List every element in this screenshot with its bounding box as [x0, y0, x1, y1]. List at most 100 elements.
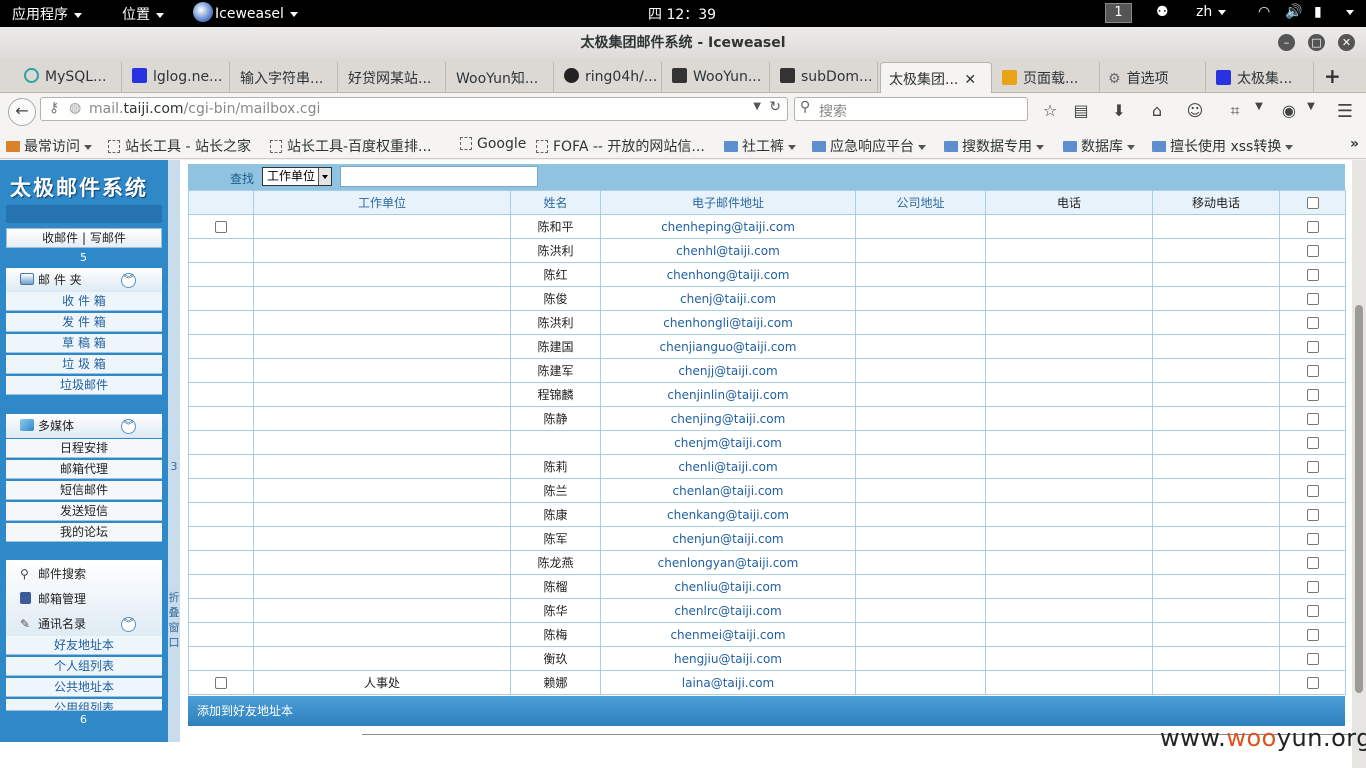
cell-email[interactable]: hengjiu@taiji.com	[600, 646, 856, 671]
header-phone[interactable]: 电话	[985, 190, 1153, 215]
row-checkbox[interactable]	[1306, 413, 1319, 425]
tab-lglog[interactable]: lglog.ne...	[124, 62, 230, 93]
accessibility-icon[interactable]: ⚉	[1156, 4, 1169, 20]
row-checkbox[interactable]	[1306, 557, 1319, 569]
bookmark-baidu-weight[interactable]: 站长工具-百度权重排...	[270, 136, 431, 156]
row-checkbox[interactable]	[1306, 677, 1319, 689]
row-checkbox[interactable]	[1306, 317, 1319, 329]
input-method-menu[interactable]: zh	[1196, 4, 1227, 20]
bookmark-folder-database[interactable]: 数据库	[1063, 136, 1135, 156]
sidebar-item-sent[interactable]: 发 件 箱	[6, 313, 162, 332]
bookmark-star-icon[interactable]: ☆	[1039, 101, 1061, 120]
bookmark-google[interactable]: Google	[460, 136, 526, 152]
tab-subdomain[interactable]: subDom...	[772, 62, 878, 93]
cell-email[interactable]: chenjinlin@taiji.com	[600, 382, 856, 407]
sidebar-item-trash[interactable]: 垃 圾 箱	[6, 355, 162, 374]
bookmark-folder-xss[interactable]: 擅长使用 xss转换	[1152, 136, 1294, 156]
tab-preferences[interactable]: ⚙ 首选项	[1100, 62, 1206, 93]
contacts-header[interactable]: ✎ 通讯名录 ︾	[6, 612, 162, 636]
reload-icon[interactable]: ↻	[769, 99, 781, 115]
sidebar-item-mailbox-manage[interactable]: 邮箱管理	[6, 587, 162, 611]
sidebar-item-public-addresses[interactable]: 公共地址本	[6, 678, 162, 697]
minimize-button[interactable]: –	[1278, 34, 1295, 51]
chevron-down-icon[interactable]: ▼	[1300, 101, 1322, 112]
sidebar-item-mail-search[interactable]: ⚲ 邮件搜索	[6, 562, 162, 586]
row-checkbox[interactable]	[215, 677, 227, 689]
reading-list-icon[interactable]: ▤	[1070, 101, 1092, 120]
cell-email[interactable]: chenli@taiji.com	[600, 454, 856, 479]
sidebar-item-inbox[interactable]: 收 件 箱	[6, 292, 162, 311]
row-checkbox[interactable]	[1306, 365, 1319, 377]
tab-input-string[interactable]: 输入字符串...	[232, 62, 338, 93]
header-unit[interactable]: 工作单位	[253, 190, 511, 215]
folders-header[interactable]: 邮 件 夹 ︾	[6, 268, 162, 292]
row-checkbox[interactable]	[1306, 509, 1319, 521]
workspace-indicator[interactable]: 1	[1105, 3, 1132, 23]
back-button[interactable]: ←	[8, 98, 36, 126]
tab-wooyun-zhi[interactable]: WooYun知...	[448, 62, 554, 93]
tab-taiji-active[interactable]: 太极集团... ✕	[880, 62, 992, 93]
sidebar-item-schedule[interactable]: 日程安排	[6, 439, 162, 458]
row-checkbox[interactable]	[1306, 533, 1319, 545]
header-mobile[interactable]: 移动电话	[1152, 190, 1280, 215]
row-checkbox[interactable]	[1306, 581, 1319, 593]
row-checkbox[interactable]	[1306, 293, 1319, 305]
bookmark-folder-emergency[interactable]: 应急响应平台	[812, 136, 926, 156]
cell-email[interactable]: chenlan@taiji.com	[600, 478, 856, 503]
cell-email[interactable]: chenmei@taiji.com	[600, 622, 856, 647]
collapse-icon[interactable]: ︾	[121, 419, 136, 434]
crop-icon[interactable]: ⌗	[1224, 101, 1246, 121]
applications-menu[interactable]: 应用程序	[12, 4, 82, 24]
page-scrollbar[interactable]	[1352, 160, 1366, 768]
row-checkbox[interactable]	[1306, 341, 1319, 353]
tab-github-ring04h[interactable]: ring04h/...	[556, 62, 662, 93]
volume-icon[interactable]: 🔊	[1285, 4, 1302, 20]
search-input[interactable]: ⚲ 搜索	[794, 97, 1028, 121]
clock[interactable]: 四 12：39	[648, 4, 716, 24]
sidebar-item-friend-addresses[interactable]: 好友地址本	[6, 636, 162, 655]
inbox-compose-link[interactable]: 收邮件 | 写邮件	[6, 228, 162, 248]
tab-wooyun[interactable]: WooYun...	[664, 62, 770, 93]
bookmark-fofa[interactable]: FOFA -- 开放的网站信...	[536, 136, 705, 156]
hackbar-icon[interactable]: ◉	[1278, 101, 1300, 120]
row-checkbox[interactable]	[1306, 389, 1319, 401]
places-menu[interactable]: 位置	[122, 4, 164, 24]
system-menu-caret[interactable]	[1340, 4, 1354, 20]
new-tab-button[interactable]: +	[1324, 64, 1341, 88]
row-checkbox[interactable]	[1306, 437, 1319, 449]
row-checkbox[interactable]	[1306, 245, 1319, 257]
active-app-menu[interactable]: Iceweasel	[193, 2, 298, 22]
select-all-checkbox[interactable]	[1306, 197, 1319, 209]
download-icon[interactable]: ⬇	[1108, 101, 1130, 120]
find-field-select[interactable]: 工作单位	[262, 167, 332, 186]
find-input[interactable]	[340, 166, 538, 187]
cell-email[interactable]: chenhongli@taiji.com	[600, 310, 856, 335]
cell-email[interactable]: chenjm@taiji.com	[600, 430, 856, 455]
close-tab-icon[interactable]: ✕	[964, 72, 976, 88]
maximize-button[interactable]: □	[1308, 34, 1325, 51]
collapse-window-link[interactable]: 折叠窗口	[168, 590, 180, 650]
home-icon[interactable]: ⌂	[1146, 101, 1168, 120]
history-dropdown-icon[interactable]: ▼	[753, 101, 761, 112]
cell-email[interactable]: chenliu@taiji.com	[600, 574, 856, 599]
row-checkbox[interactable]	[215, 221, 227, 233]
tab-haodai[interactable]: 好贷网某站...	[340, 62, 446, 93]
cell-email[interactable]: chenlrc@taiji.com	[600, 598, 856, 623]
sidebar-item-sms-mail[interactable]: 短信邮件	[6, 481, 162, 500]
cell-email[interactable]: laina@taiji.com	[600, 670, 856, 695]
sidebar-item-mail-proxy[interactable]: 邮箱代理	[6, 460, 162, 479]
cell-email[interactable]: chenhong@taiji.com	[600, 262, 856, 287]
more-bookmarks-icon[interactable]: »	[1350, 136, 1359, 152]
sidebar-item-forum[interactable]: 我的论坛	[6, 523, 162, 542]
header-email[interactable]: 电子邮件地址	[600, 190, 856, 215]
cell-email[interactable]: chenjianguo@taiji.com	[600, 334, 856, 359]
wifi-icon[interactable]: ◠	[1258, 4, 1270, 20]
add-to-friends-button[interactable]: 添加到好友地址本	[188, 696, 1345, 726]
url-bar[interactable]: ⚷ ◍ mail.taiji.com/cgi-bin/mailbox.cgi ▼…	[40, 97, 788, 121]
scrollbar-thumb[interactable]	[1355, 305, 1363, 693]
tab-taiji-2[interactable]: 太极集...	[1208, 62, 1314, 93]
row-checkbox[interactable]	[1306, 461, 1319, 473]
collapse-icon[interactable]: ︾	[121, 617, 136, 632]
cell-email[interactable]: chenjing@taiji.com	[600, 406, 856, 431]
cell-email[interactable]: chenheping@taiji.com	[600, 214, 856, 239]
